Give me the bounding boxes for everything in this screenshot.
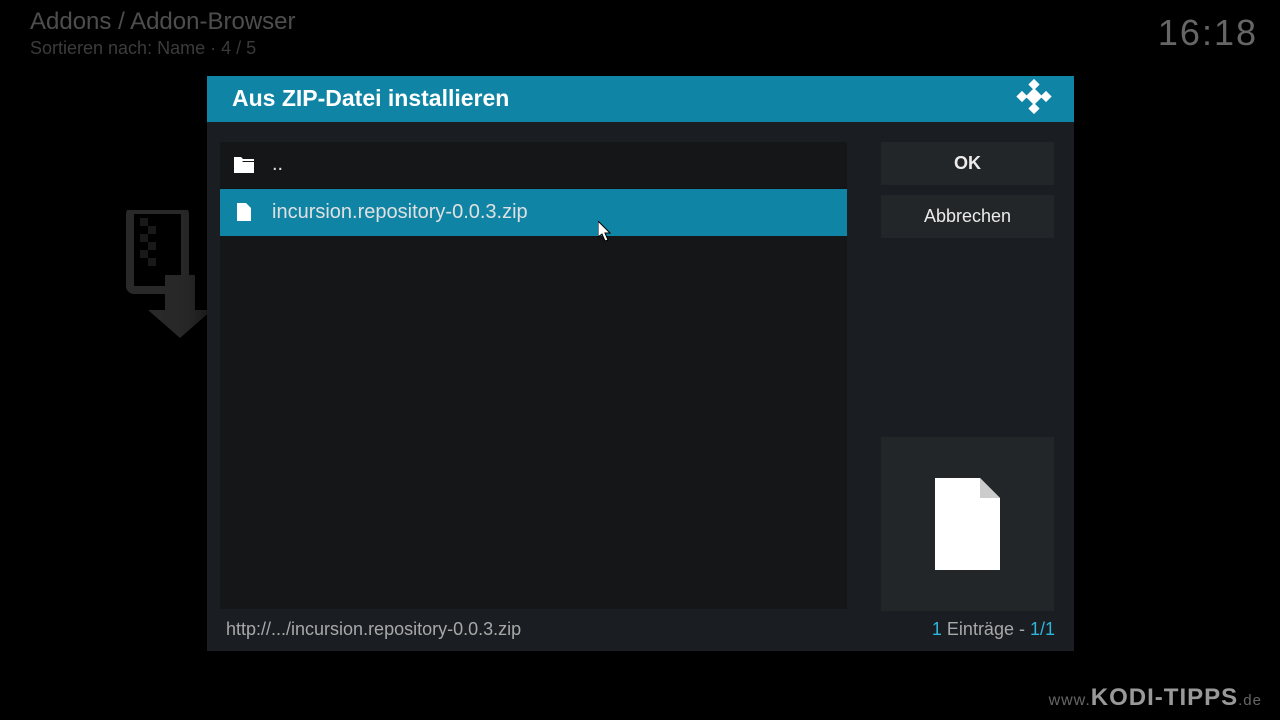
- dialog-header: Aus ZIP-Datei installieren: [207, 76, 1074, 122]
- footer-path: http://.../incursion.repository-0.0.3.zi…: [226, 619, 521, 640]
- file-list-panel: .. incursion.repository-0.0.3.zip: [220, 142, 847, 609]
- parent-dir-label: ..: [272, 153, 283, 176]
- side-panel: OK Abbrechen: [881, 142, 1054, 609]
- file-preview: [881, 437, 1054, 611]
- cancel-button[interactable]: Abbrechen: [881, 195, 1054, 238]
- ok-button[interactable]: OK: [881, 142, 1054, 185]
- mouse-cursor-icon: [598, 221, 614, 248]
- clock: 16:18: [1158, 12, 1258, 54]
- dialog-footer: http://.../incursion.repository-0.0.3.zi…: [207, 609, 1074, 651]
- folder-up-icon: [234, 157, 254, 173]
- sort-info: Sortieren nach: Name · 4 / 5: [30, 38, 296, 59]
- file-preview-icon: [935, 478, 1000, 570]
- file-name: incursion.repository-0.0.3.zip: [272, 201, 528, 224]
- footer-count: 1 Einträge - 1/1: [932, 619, 1055, 640]
- file-icon: [234, 203, 254, 221]
- kodi-logo-icon: [1016, 78, 1052, 119]
- watermark: www.KODI-TIPPS.de: [1049, 684, 1262, 712]
- breadcrumb: Addons / Addon-Browser: [30, 8, 296, 36]
- dialog-title: Aus ZIP-Datei installieren: [232, 85, 509, 112]
- dialog-body: .. incursion.repository-0.0.3.zip OK Abb…: [207, 122, 1074, 609]
- file-row-zip[interactable]: incursion.repository-0.0.3.zip: [220, 189, 847, 236]
- parent-directory-row[interactable]: ..: [220, 142, 847, 189]
- zip-install-bg-icon: [110, 210, 220, 345]
- install-from-zip-dialog: Aus ZIP-Datei installieren: [207, 76, 1074, 651]
- background-header: Addons / Addon-Browser Sortieren nach: N…: [30, 8, 296, 59]
- file-list[interactable]: .. incursion.repository-0.0.3.zip: [220, 142, 847, 609]
